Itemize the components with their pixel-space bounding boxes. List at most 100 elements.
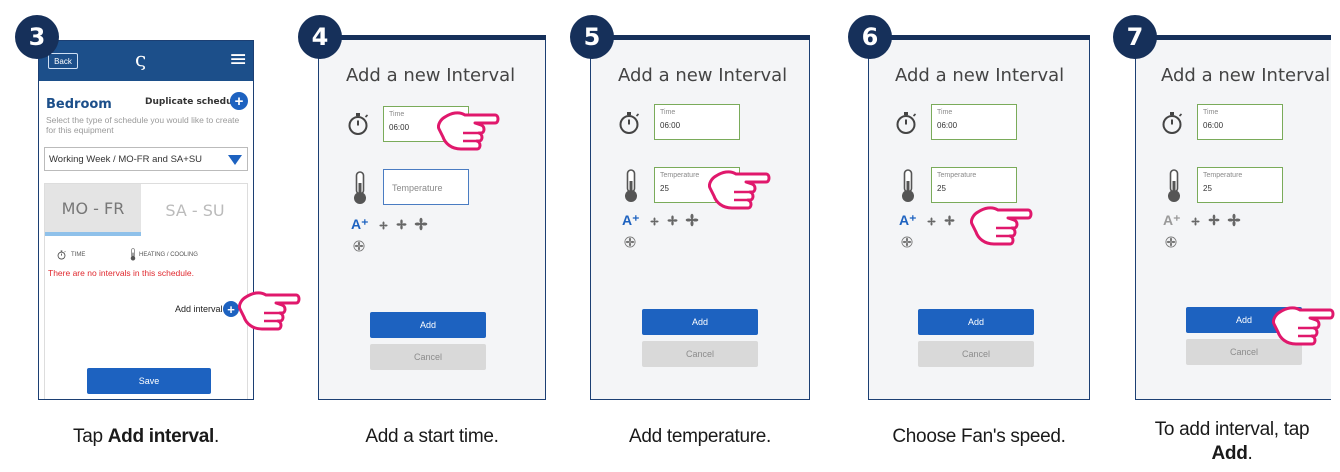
back-button[interactable]: Back — [48, 53, 78, 69]
caption-period: . — [1247, 443, 1253, 464]
duplicate-schedule-label[interactable]: Duplicate schedule — [145, 97, 242, 107]
schedule-type-value: Working Week / MO-FR and SA+SU — [49, 154, 203, 165]
fan-low-icon[interactable] — [927, 217, 936, 226]
tab-mo-fr[interactable]: MO - FR — [45, 184, 141, 236]
fan-high-icon[interactable] — [414, 217, 428, 231]
fan-auto-icon[interactable] — [353, 240, 365, 252]
temperature-field[interactable]: Temperature 25 — [1197, 167, 1283, 203]
time-field-label: Time — [660, 109, 676, 116]
frame-top-bar — [868, 35, 1090, 40]
cancel-button[interactable]: Cancel — [642, 341, 758, 367]
add-interval-dialog: Add a new Interval Time 06:00 Temperatur… — [318, 38, 546, 400]
dialog-title: Add a new Interval — [346, 65, 516, 86]
fan-medium-icon-selected[interactable] — [1208, 214, 1220, 226]
step-number-badge: 6 — [848, 15, 892, 59]
stopwatch-icon — [895, 111, 917, 135]
add-button[interactable]: Add — [370, 312, 486, 338]
time-field[interactable]: Time 06:00 — [931, 104, 1017, 140]
step-number-badge: 7 — [1113, 15, 1157, 59]
add-interval-plus-icon[interactable]: + — [223, 301, 239, 317]
temperature-field-value: 25 — [660, 184, 669, 193]
fan-medium-icon[interactable] — [944, 215, 955, 226]
fan-low-icon[interactable] — [650, 217, 659, 226]
schedule-type-select[interactable]: Working Week / MO-FR and SA+SU — [44, 147, 248, 171]
fan-auto-option[interactable]: A⁺ — [899, 212, 917, 229]
cancel-button[interactable]: Cancel — [918, 341, 1034, 367]
thermometer-icon — [1166, 169, 1182, 203]
fan-auto-icon[interactable] — [1165, 236, 1177, 248]
dialog-title: Add a new Interval — [618, 65, 788, 86]
frame-top-bar — [318, 35, 546, 40]
temperature-field[interactable]: Temperature — [383, 169, 469, 205]
heating-cooling-column-header: HEATING / COOLING — [139, 252, 198, 258]
thermometer-icon — [623, 169, 639, 203]
step-number-badge: 4 — [298, 15, 342, 59]
fan-medium-icon[interactable] — [396, 219, 407, 230]
time-field-label: Time — [937, 109, 953, 116]
fan-medium-icon[interactable] — [667, 215, 678, 226]
caption-period: . — [213, 426, 219, 447]
duplicate-plus-icon[interactable]: + — [230, 92, 248, 110]
fan-auto-option[interactable]: A⁺ — [622, 212, 640, 229]
temperature-field-value: 25 — [937, 184, 946, 193]
fan-auto-icon[interactable] — [624, 236, 636, 248]
caption-bold: Add — [1211, 443, 1248, 464]
schedule-card: MO - FR SA - SU TIME HEATING / COOLING T… — [44, 183, 249, 399]
temperature-field-label: Temperature — [1203, 172, 1243, 179]
caption-text: Tap — [73, 426, 108, 447]
step-caption: To add interval, tap Add. — [1124, 418, 1340, 466]
time-field-value: 06:00 — [937, 121, 958, 130]
tap-hand-icon — [437, 103, 501, 155]
temperature-field-value: 25 — [1203, 184, 1212, 193]
save-button[interactable]: Save — [87, 368, 211, 394]
fan-auto-icon[interactable] — [901, 236, 913, 248]
step-caption: Choose Fan's speed. — [892, 426, 1066, 447]
time-field-value: 06:00 — [660, 121, 681, 130]
tap-hand-icon — [1272, 298, 1336, 350]
stopwatch-icon — [1161, 111, 1183, 135]
time-field-value: 06:00 — [389, 123, 410, 132]
dialog-title: Add a new Interval — [895, 65, 1065, 86]
step-number-badge: 5 — [570, 15, 614, 59]
add-button[interactable]: Add — [918, 309, 1034, 335]
frame-top-bar — [590, 35, 810, 40]
app-header: Back ς ≡ — [39, 41, 253, 81]
thermometer-column-icon — [130, 248, 136, 261]
fan-auto-option[interactable]: A⁺ — [1163, 212, 1181, 229]
tab-sa-su[interactable]: SA - SU — [141, 184, 249, 236]
fan-low-icon[interactable] — [1191, 217, 1200, 226]
tap-hand-icon — [238, 283, 302, 335]
thermometer-icon — [900, 169, 916, 203]
add-button[interactable]: Add — [642, 309, 758, 335]
step-number-badge: 3 — [15, 15, 59, 59]
cancel-button[interactable]: Cancel — [370, 344, 486, 370]
chevron-down-icon — [228, 155, 242, 165]
caption-line-1: To add interval, tap — [1154, 419, 1310, 440]
empty-schedule-message: There are no intervals in this schedule. — [48, 268, 194, 278]
room-name: Bedroom — [46, 97, 112, 112]
thermometer-icon — [352, 171, 368, 205]
time-field[interactable]: Time 06:00 — [1197, 104, 1283, 140]
time-field[interactable]: Time 06:00 — [654, 104, 740, 140]
time-field-label: Time — [389, 111, 405, 118]
stopwatch-icon — [618, 111, 640, 135]
help-text: Select the type of schedule you would li… — [46, 115, 240, 135]
fan-high-icon[interactable] — [685, 213, 699, 227]
tap-hand-icon — [970, 198, 1034, 250]
dialog-title: Add a new Interval — [1161, 65, 1331, 86]
temperature-placeholder: Temperature — [392, 183, 443, 193]
time-field-label: Time — [1203, 109, 1219, 116]
fan-low-icon[interactable] — [379, 221, 388, 230]
phone-screen: Back ς ≡ Bedroom Duplicate schedule + Se… — [38, 40, 254, 400]
time-field-value: 06:00 — [1203, 121, 1224, 130]
step-caption: Tap Add interval. — [38, 426, 254, 448]
stopwatch-icon — [347, 112, 369, 136]
hamburger-menu-icon[interactable]: ≡ — [229, 47, 247, 72]
tap-hand-icon — [708, 162, 772, 214]
time-column-header: TIME — [71, 252, 86, 258]
add-interval-label[interactable]: Add interval — [175, 304, 223, 314]
caption-line-2: Add. — [1124, 442, 1340, 466]
fan-high-icon[interactable] — [1227, 213, 1241, 227]
fan-auto-option[interactable]: A⁺ — [351, 216, 369, 233]
add-interval-dialog: Add a new Interval Time 06:00 Temperatur… — [590, 38, 810, 400]
